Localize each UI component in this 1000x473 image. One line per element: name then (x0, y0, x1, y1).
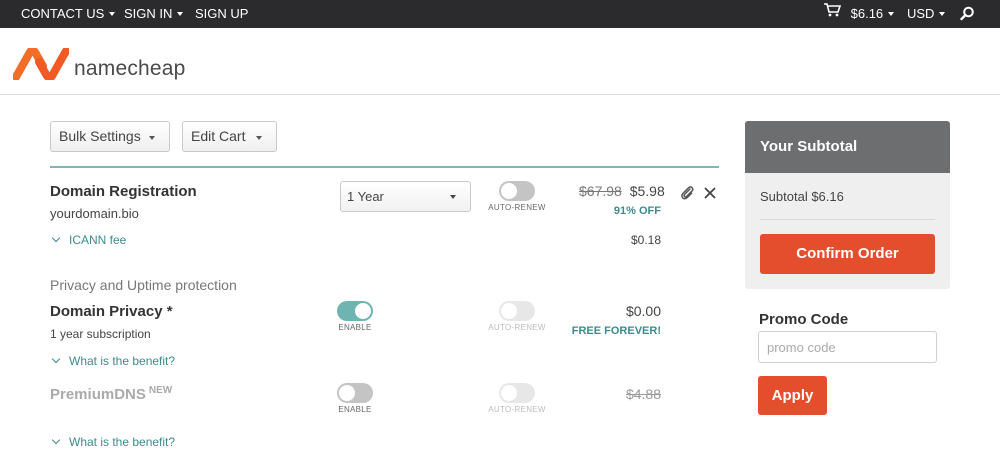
domain-name: yourdomain.bio (50, 206, 139, 221)
contact-us-label: CONTACT US (21, 6, 105, 21)
registration-term-value: 1 Year (347, 189, 384, 204)
cart-icon (824, 0, 842, 27)
auto-renew-label: AUTO-RENEW (488, 323, 546, 332)
sign-in-menu[interactable]: SIGN IN (124, 0, 184, 28)
old-price: $67.98 (579, 183, 622, 199)
auto-renew-toggle[interactable] (499, 181, 535, 201)
registration-term-select[interactable]: 1 Year (340, 181, 471, 212)
cart-divider (50, 166, 719, 168)
sign-up-link[interactable]: SIGN UP (195, 0, 248, 28)
icann-fee-toggle[interactable]: ICANN fee (50, 233, 126, 247)
current-price: $5.98 (629, 183, 665, 199)
cart-total: $6.16 (850, 6, 884, 21)
confirm-order-button[interactable]: Confirm Order (760, 234, 935, 274)
icann-fee-price: $0.18 (630, 233, 661, 247)
sign-up-label: SIGN UP (195, 6, 249, 21)
domain-privacy-enable-toggle[interactable] (337, 301, 373, 321)
cart-link[interactable]: $6.16 (824, 0, 895, 28)
apply-promo-button[interactable]: Apply (758, 376, 827, 415)
enable-label: ENABLE (338, 405, 372, 414)
sign-in-label: SIGN IN (124, 6, 173, 21)
domain-privacy-auto-renew-toggle[interactable] (499, 301, 535, 321)
currency-label: USD (907, 6, 935, 21)
domain-registration-title: Domain Registration (50, 183, 197, 200)
domain-privacy-subtitle: 1 year subscription (50, 327, 151, 341)
chevron-down-icon (256, 136, 262, 140)
toggle-knob (355, 303, 371, 319)
site-header: namecheap (0, 28, 1000, 95)
chevron-down-icon (450, 195, 456, 199)
registration-price: $67.98 $5.98 (579, 183, 665, 199)
toggle-knob (501, 303, 517, 319)
promo-code-input[interactable] (758, 331, 937, 363)
domain-privacy-price: $0.00 (625, 303, 661, 319)
domain-privacy-title: Domain Privacy * (50, 303, 173, 320)
chevron-down-icon (149, 136, 155, 140)
search-icon[interactable] (960, 6, 975, 22)
chevron-down-icon (888, 11, 895, 16)
premium-dns-benefit-link[interactable]: What is the benefit? (50, 435, 175, 449)
subtotal-amount: Subtotal $6.16 (760, 189, 844, 204)
chevron-down-icon (939, 11, 946, 16)
subtotal-divider (760, 219, 935, 220)
chevron-down-icon (51, 354, 61, 364)
privacy-section-heading: Privacy and Uptime protection (50, 277, 237, 293)
chevron-down-icon (51, 233, 61, 243)
promo-code-heading: Promo Code (759, 311, 849, 328)
enable-label: ENABLE (338, 323, 372, 332)
subtotal-heading: Your Subtotal (745, 121, 950, 173)
currency-selector[interactable]: USD (907, 0, 946, 28)
toggle-knob (501, 183, 517, 199)
brand-name[interactable]: namecheap (74, 57, 186, 81)
edit-cart-label: Edit Cart (191, 128, 246, 144)
premium-dns-price-value: $4.88 (625, 386, 661, 402)
benefit-link-label: What is the benefit? (69, 435, 176, 449)
toggle-knob (339, 385, 355, 401)
new-badge: NEW (148, 385, 173, 396)
premium-dns-price: $4.88 (580, 386, 661, 402)
edit-cart-button[interactable]: Edit Cart (182, 121, 277, 152)
discount-badge: 91% OFF (613, 205, 661, 217)
premium-dns-label: PremiumDNS (50, 386, 146, 403)
privacy-benefit-link[interactable]: What is the benefit? (50, 354, 175, 368)
bulk-settings-button[interactable]: Bulk Settings (50, 121, 170, 152)
premium-dns-enable-toggle[interactable] (337, 383, 373, 403)
close-icon[interactable] (704, 186, 716, 204)
bulk-settings-label: Bulk Settings (59, 128, 141, 144)
chevron-down-icon (51, 435, 61, 445)
contact-us-menu[interactable]: CONTACT US (21, 0, 116, 28)
premium-dns-auto-renew-toggle[interactable] (499, 383, 535, 403)
icann-fee-label: ICANN fee (69, 233, 127, 247)
auto-renew-label: AUTO-RENEW (488, 405, 546, 414)
free-forever-badge: FREE FOREVER! (571, 325, 661, 337)
premium-dns-title: PremiumDNS NEW (50, 385, 172, 403)
chevron-down-icon (109, 11, 116, 16)
namecheap-logo-icon[interactable] (12, 46, 70, 82)
toggle-knob (501, 385, 517, 401)
auto-renew-label: AUTO-RENEW (488, 203, 546, 212)
chevron-down-icon (177, 11, 184, 16)
paperclip-icon[interactable] (680, 185, 694, 205)
top-navigation-bar: CONTACT US SIGN IN SIGN UP $6.16 USD (0, 0, 1000, 28)
benefit-link-label: What is the benefit? (69, 354, 176, 368)
